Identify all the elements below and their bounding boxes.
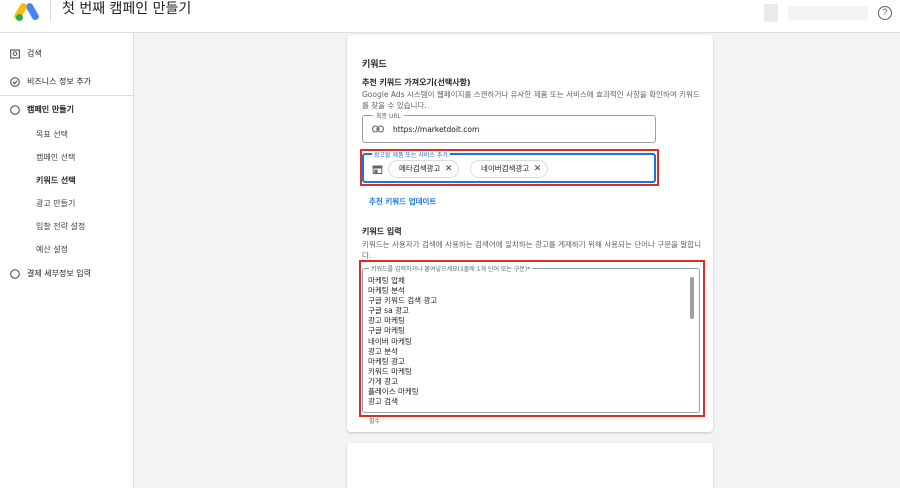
- import-description: Google Ads 시스템이 웹페이지를 스캔하거나 유사한 제품 또는 서비…: [362, 90, 700, 110]
- link-icon: [372, 125, 384, 133]
- google-ads-logo[interactable]: [13, 2, 40, 22]
- sidebar-sub-campaign-type[interactable]: 캠페인 선택: [36, 152, 75, 163]
- required-note: 필수: [369, 418, 381, 425]
- final-url-label: 최종 URL: [373, 111, 404, 120]
- sidebar-item-label: 검색: [27, 49, 42, 58]
- sidebar-item-create-campaign[interactable]: 캠페인 만들기: [10, 104, 74, 115]
- sidebar-sub-keywords[interactable]: 키워드 선택: [36, 175, 76, 186]
- sidebar-item-payment[interactable]: 결제 세부정보 입력: [10, 268, 91, 279]
- sidebar-item-label: 비즈니스 정보 추가: [27, 77, 91, 86]
- account-area: ?: [764, 4, 892, 22]
- sidebar-divider: [0, 95, 133, 96]
- section-title: 키워드: [362, 60, 387, 70]
- account-info[interactable]: [788, 6, 868, 20]
- page-title: 첫 번째 캠페인 만들기: [62, 1, 192, 17]
- sidebar-item-business-info[interactable]: 비즈니스 정보 추가: [10, 76, 91, 87]
- search-icon: [10, 49, 20, 58]
- sidebar-sub-goal[interactable]: 목표 선택: [36, 129, 68, 140]
- top-bar: 첫 번째 캠페인 만들기 ?: [0, 0, 900, 33]
- final-url-value: https://marketdoit.com: [393, 125, 480, 134]
- sidebar-sub-bidding[interactable]: 입찰 전략 설정: [36, 221, 85, 232]
- sidebar-sub-budget[interactable]: 예산 설정: [36, 244, 68, 255]
- circle-icon: [10, 268, 20, 279]
- highlight-box-keywords: [359, 260, 705, 417]
- help-icon[interactable]: ?: [878, 6, 892, 20]
- header-divider: [50, 0, 51, 22]
- highlight-box-product: [360, 149, 659, 186]
- check-circle-icon: [10, 76, 20, 87]
- sidebar-item-label: 결제 세부정보 입력: [27, 269, 91, 278]
- sidebar-sub-ads[interactable]: 광고 만들기: [36, 198, 75, 209]
- keyword-description: 키워드는 사용자가 검색에 사용하는 검색어에 일치하는 광고를 게재하기 위해…: [362, 240, 702, 260]
- import-title: 추천 키워드 가져오기(선택사항): [362, 78, 471, 87]
- sidebar: 검색 비즈니스 정보 추가 캠페인 만들기 목표 선택 캠페인 선택 키워드 선…: [0, 33, 134, 488]
- account-avatar[interactable]: [764, 4, 778, 22]
- sidebar-item-label: 캠페인 만들기: [27, 105, 74, 114]
- update-keywords-link[interactable]: 추천 키워드 업데이트: [369, 196, 436, 207]
- keyword-title: 키워드 입력: [362, 227, 402, 236]
- final-url-field[interactable]: 최종 URL https://marketdoit.com: [362, 111, 656, 143]
- circle-icon: [10, 104, 20, 115]
- next-card: [347, 443, 713, 488]
- sidebar-item-search[interactable]: 검색: [10, 48, 42, 59]
